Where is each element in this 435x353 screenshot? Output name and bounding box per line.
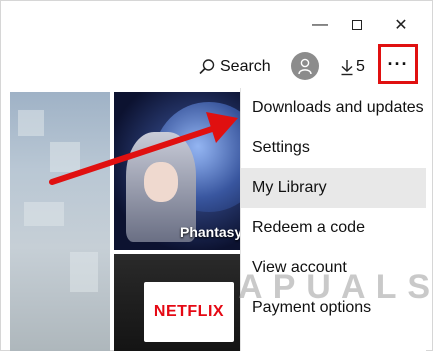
more-options-button[interactable]: ··· (378, 44, 418, 84)
tile-block (70, 252, 98, 292)
menu-item-payment-options[interactable]: Payment options (241, 288, 426, 328)
menu-item-my-library[interactable]: My Library (241, 168, 426, 208)
menu-item-view-account[interactable]: View account (241, 248, 426, 288)
netflix-tile[interactable]: NETFLIX (114, 254, 250, 351)
tile-block (50, 142, 80, 172)
menu-item-redeem-a-code[interactable]: Redeem a code (241, 208, 426, 248)
downloads-button[interactable]: 5 (340, 52, 365, 82)
featured-tile-left[interactable] (10, 92, 110, 351)
maximize-icon (352, 20, 362, 30)
more-icon: ··· (387, 53, 409, 74)
search-button[interactable]: Search (198, 52, 271, 82)
download-icon (341, 60, 353, 76)
netflix-logo: NETFLIX (153, 303, 225, 320)
search-icon (199, 59, 215, 75)
close-button[interactable]: ✕ (378, 10, 424, 40)
game-artwork-face (144, 162, 178, 202)
downloads-count: 5 (356, 58, 365, 75)
netflix-card: NETFLIX (144, 282, 234, 342)
menu-item-downloads-and-updates[interactable]: Downloads and updates (241, 88, 426, 128)
search-label: Search (220, 58, 271, 75)
menu-item-settings[interactable]: Settings (241, 128, 426, 168)
game-tile[interactable]: Phantasy (114, 92, 250, 250)
game-title: Phantasy (180, 224, 243, 240)
tile-block (18, 110, 44, 136)
more-options-menu: Downloads and updates Settings My Librar… (240, 88, 426, 351)
close-icon: ✕ (394, 17, 408, 34)
tile-block (24, 202, 64, 226)
minimize-icon: — (312, 16, 328, 33)
account-button[interactable] (291, 52, 319, 80)
account-icon (298, 58, 312, 75)
maximize-button[interactable] (334, 10, 380, 40)
